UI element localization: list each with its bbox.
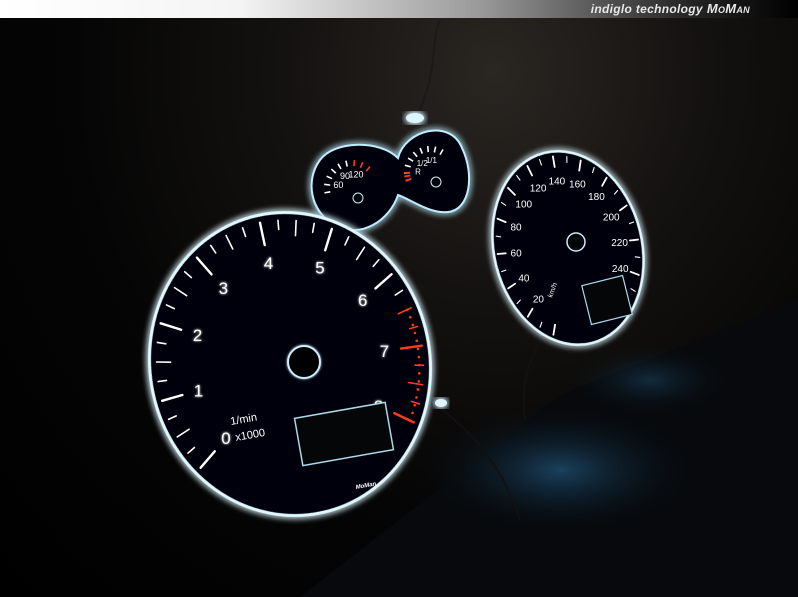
speedometer-tick <box>629 238 639 242</box>
speedometer-numeral: 120 <box>530 184 547 195</box>
speedometer-numeral: 60 <box>511 248 523 259</box>
speedometer-numeral: 180 <box>588 192 605 203</box>
tachometer-numeral: 5 <box>315 258 324 277</box>
speedometer-numeral: 140 <box>549 176 566 187</box>
temp-gauge-tick <box>324 191 331 194</box>
temp-gauge-label: 60 <box>333 180 343 190</box>
speedometer-bezel <box>491 149 645 347</box>
fuel-gauge-label: R <box>415 167 421 176</box>
tachometer-redline-mark <box>417 380 421 383</box>
led-light <box>406 113 424 123</box>
tachometer-redline-mark <box>408 419 412 422</box>
temp-gauge-tick <box>324 183 331 186</box>
tachometer-redline-mark <box>411 411 414 415</box>
speedometer-numeral: 80 <box>510 222 522 233</box>
tachometer-numeral: 7 <box>380 342 389 361</box>
dashboard-reflection-right <box>560 340 740 420</box>
tachometer-numeral: 6 <box>358 291 367 310</box>
tachometer-tick <box>294 219 297 237</box>
temp-fuel-plate: 6090120 R1/21/1 <box>310 129 471 232</box>
fuel-gauge-tick <box>426 146 430 153</box>
tachometer-numeral: 3 <box>219 279 228 298</box>
tachometer-redline-mark <box>417 363 421 367</box>
tachometer-tick <box>157 379 168 383</box>
led-light <box>435 399 447 407</box>
tachometer-hub <box>287 345 321 379</box>
temp-gauge-hub <box>352 192 364 204</box>
tachometer-redline-mark <box>417 355 421 359</box>
fuel-gauge-hub <box>430 176 442 188</box>
tachometer-redline-mark <box>406 308 409 311</box>
tachometer-redline-mark <box>416 388 420 391</box>
speedometer-numeral: 240 <box>612 264 629 275</box>
tachometer-redline-mark <box>408 315 412 319</box>
tachometer-numeral: 2 <box>193 326 202 345</box>
temp-gauge-label: 120 <box>348 170 363 180</box>
speedometer-numeral: 100 <box>515 200 532 211</box>
tachometer-redline-mark <box>415 339 419 343</box>
tachometer-redline-mark <box>416 347 420 351</box>
speedometer-numeral: 160 <box>569 180 586 191</box>
speedometer-tick <box>634 256 641 258</box>
fuel-gauge-reserve-tick <box>404 174 411 178</box>
speedometer-tick <box>496 252 507 255</box>
instrument-cluster: 6090120 R1/21/1 012345678 1/min x1000 Mo… <box>147 19 798 597</box>
photo-stage: indiglo technology MoMan 60 90 120 R 1/2… <box>0 0 798 597</box>
tachometer-numeral: 0 <box>221 429 230 448</box>
speedometer-tick <box>495 235 502 238</box>
wire <box>419 19 441 111</box>
tachometer-redline-mark <box>413 403 417 407</box>
tachometer-redline-mark <box>413 331 417 335</box>
tachometer-redline-mark <box>417 372 421 375</box>
tachometer-redline-mark <box>415 396 418 399</box>
speedometer-numeral: 40 <box>518 274 530 285</box>
tachometer-redline-mark <box>411 323 415 327</box>
speedometer-numeral: 20 <box>533 295 545 306</box>
tachometer-numeral: 4 <box>264 254 273 273</box>
temp-gauge-warning-tick <box>353 160 356 167</box>
speedometer-numeral: 220 <box>611 238 628 249</box>
speedometer-hub <box>566 232 586 252</box>
tachometer-tick <box>277 219 280 231</box>
tachometer: 012345678 1/min x1000 MoMan <box>147 210 433 518</box>
speedometer-numeral: 200 <box>603 213 620 224</box>
speedometer: 20406080100120140160180200220240260 km/h <box>491 149 645 347</box>
fuel-gauge-label: 1/1 <box>426 156 438 165</box>
tachometer-numeral: 1 <box>194 381 203 400</box>
